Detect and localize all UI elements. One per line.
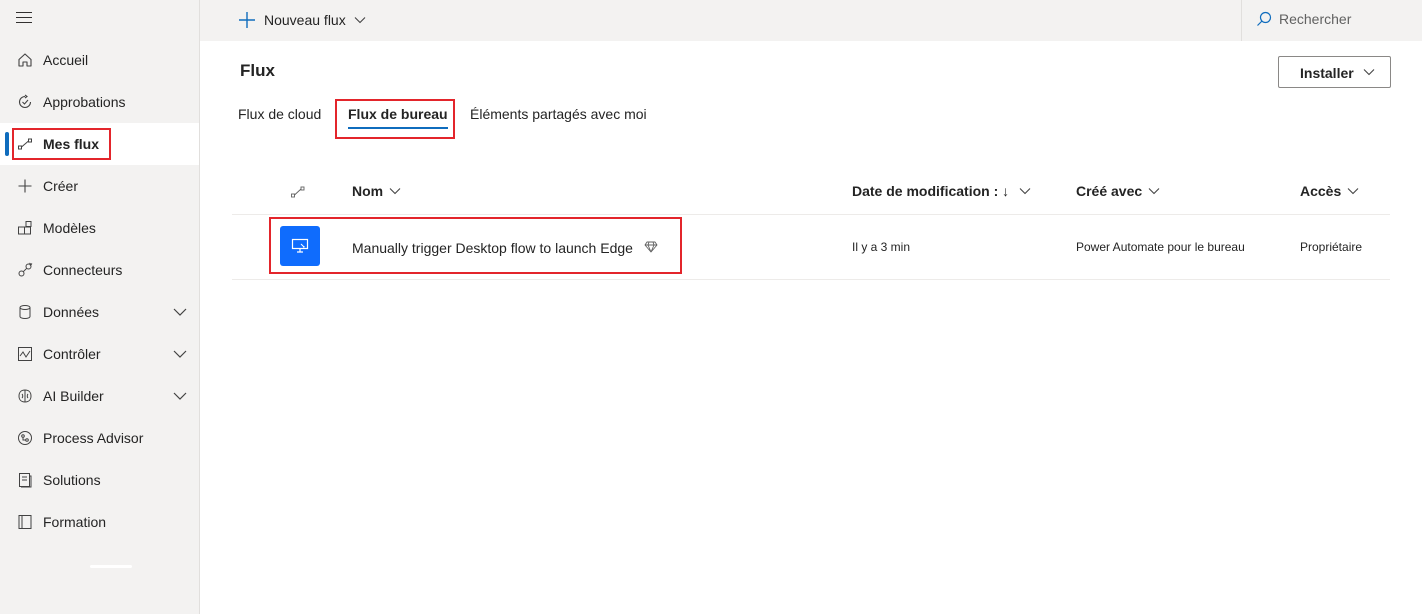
- nav-item-formation[interactable]: Formation: [0, 501, 199, 543]
- page-title: Flux: [240, 61, 275, 80]
- nav-label: Modèles: [43, 220, 96, 236]
- nav-item-controler[interactable]: Contrôler: [0, 333, 199, 375]
- nav-label: Solutions: [43, 472, 101, 488]
- solutions-icon: [16, 471, 34, 489]
- nav-item-donnees[interactable]: Données: [0, 291, 199, 333]
- tab-shared-with-me[interactable]: Éléments partagés avec moi: [470, 106, 647, 122]
- nav-item-creer[interactable]: Créer: [0, 165, 199, 207]
- plus-icon: [239, 12, 255, 28]
- plus-icon: [16, 177, 34, 195]
- left-navigation: Accueil Approbations Mes flux Créer Modè…: [0, 0, 200, 614]
- search-placeholder: Rechercher: [1279, 11, 1352, 27]
- column-header-label: Nom: [352, 183, 384, 199]
- process-advisor-icon: [16, 429, 34, 447]
- book-icon: [16, 513, 34, 531]
- annotation-highlight: [12, 128, 111, 160]
- nav-label: Connecteurs: [43, 262, 123, 278]
- nav-item-approbations[interactable]: Approbations: [0, 81, 199, 123]
- chevron-down-icon: [1148, 188, 1160, 195]
- annotation-highlight: [335, 99, 455, 139]
- column-header-nom[interactable]: Nom: [352, 183, 401, 199]
- tab-flux-de-cloud[interactable]: Flux de cloud: [238, 106, 321, 122]
- brain-icon: [16, 387, 34, 405]
- row-divider: [232, 279, 1390, 280]
- column-header-cree-avec[interactable]: Créé avec: [1076, 183, 1160, 199]
- nav-item-connecteurs[interactable]: Connecteurs: [0, 249, 199, 291]
- sidebar-scroll-handle[interactable]: [90, 565, 132, 568]
- database-icon: [16, 303, 34, 321]
- column-header-label: Créé avec: [1076, 183, 1143, 199]
- new-flow-button[interactable]: Nouveau flux: [238, 8, 366, 32]
- nav-item-process-advisor[interactable]: Process Advisor: [0, 417, 199, 459]
- templates-icon: [16, 219, 34, 237]
- annotation-highlight: [269, 217, 682, 274]
- access-cell: Propriétaire: [1300, 240, 1363, 254]
- new-flow-label: Nouveau flux: [264, 12, 346, 28]
- nav-item-accueil[interactable]: Accueil: [0, 39, 199, 81]
- install-label: Installer: [1300, 65, 1354, 81]
- monitor-icon: [16, 345, 34, 363]
- nav-label: Approbations: [43, 94, 126, 110]
- nav-label: Données: [43, 304, 100, 320]
- chevron-down-icon: [1363, 69, 1375, 76]
- connector-icon: [16, 261, 34, 279]
- chevron-down-icon[interactable]: [172, 389, 188, 403]
- nav-label: Accueil: [43, 52, 89, 68]
- modified-cell: Il y a 3 min: [852, 240, 911, 254]
- nav-label: AI Builder: [43, 388, 104, 404]
- nav-label: Créer: [43, 178, 79, 194]
- column-header-acces[interactable]: Accès: [1300, 183, 1359, 199]
- nav-label: Process Advisor: [43, 430, 144, 446]
- nav-label: Contrôler: [43, 346, 101, 362]
- chevron-down-icon: [354, 17, 366, 24]
- chevron-down-icon: [389, 188, 401, 195]
- nav-item-ai-builder[interactable]: AI Builder: [0, 375, 199, 417]
- column-header-label: Date de modification : ↓: [852, 183, 1010, 199]
- column-header-date-modification[interactable]: Date de modification : ↓: [852, 183, 1031, 199]
- install-button[interactable]: Installer: [1278, 56, 1391, 88]
- chevron-down-icon: [1019, 188, 1031, 195]
- nav-label: Formation: [43, 514, 107, 530]
- created-with-cell: Power Automate pour le bureau: [1076, 240, 1245, 254]
- search-box[interactable]: Rechercher: [1241, 0, 1422, 41]
- hamburger-menu-icon[interactable]: [16, 12, 32, 26]
- chevron-down-icon[interactable]: [172, 305, 188, 319]
- active-indicator: [5, 132, 9, 156]
- row-divider: [232, 214, 1390, 215]
- nav-item-solutions[interactable]: Solutions: [0, 459, 199, 501]
- nav-item-modeles[interactable]: Modèles: [0, 207, 199, 249]
- home-icon: [16, 51, 34, 69]
- command-bar: Nouveau flux Rechercher: [200, 0, 1422, 41]
- search-icon: [1257, 11, 1272, 26]
- chevron-down-icon: [1347, 188, 1359, 195]
- column-header-label: Accès: [1300, 183, 1342, 199]
- approvals-icon: [16, 93, 34, 111]
- chevron-down-icon[interactable]: [172, 347, 188, 361]
- flow-type-column-icon: [291, 186, 305, 198]
